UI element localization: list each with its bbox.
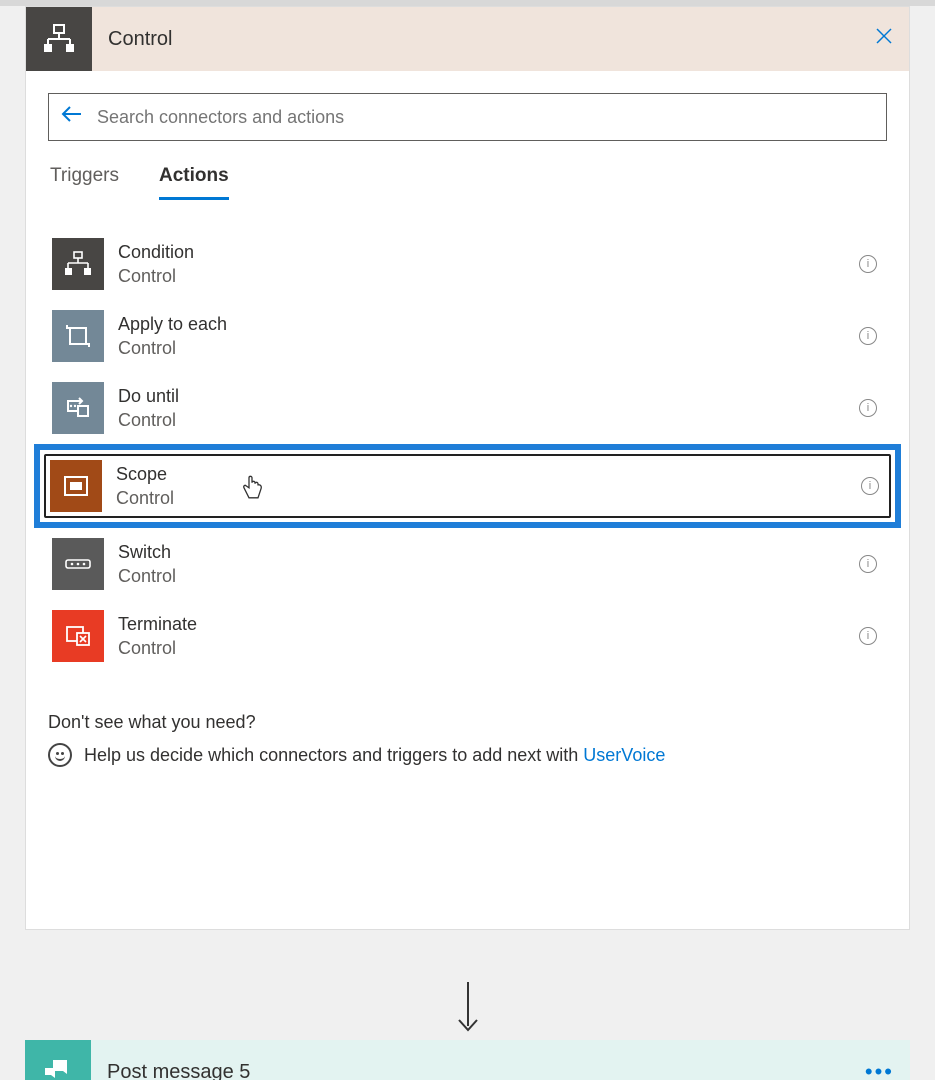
flow-arrow-icon [453, 980, 483, 1041]
do-until-icon [52, 382, 104, 434]
info-icon[interactable]: i [861, 477, 879, 495]
action-item-apply-to-each[interactable]: Apply to each Control i [48, 300, 887, 372]
info-icon[interactable]: i [859, 327, 877, 345]
uservoice-link[interactable]: UserVoice [583, 745, 665, 766]
panel-body: Triggers Actions Condition Control i [26, 71, 909, 929]
info-icon[interactable]: i [859, 255, 877, 273]
condition-icon [52, 238, 104, 290]
action-item-scope[interactable]: Scope Control i [34, 444, 901, 528]
search-bar[interactable] [48, 93, 887, 141]
apply-each-icon [52, 310, 104, 362]
action-subtitle: Control [118, 264, 859, 288]
scope-icon [50, 460, 102, 512]
action-list: Condition Control i Apply to each Contro… [48, 228, 887, 672]
step-menu-button[interactable]: ••• [865, 1059, 910, 1080]
action-item-terminate[interactable]: Terminate Control i [48, 600, 887, 672]
action-item-switch[interactable]: Switch Control i [48, 528, 887, 600]
action-item-condition[interactable]: Condition Control i [48, 228, 887, 300]
action-subtitle: Control [118, 564, 859, 588]
action-picker-panel: Control Triggers Actions Condition Contr… [25, 6, 910, 930]
action-subtitle: Control [118, 408, 859, 432]
control-connector-icon [26, 7, 92, 71]
info-icon[interactable]: i [859, 399, 877, 417]
back-arrow-icon[interactable] [61, 105, 83, 129]
info-icon[interactable]: i [859, 627, 877, 645]
action-subtitle: Control [118, 636, 859, 660]
panel-header: Control [26, 7, 909, 71]
help-question: Don't see what you need? [48, 712, 887, 733]
action-title: Apply to each [118, 312, 859, 336]
smiley-icon [48, 743, 72, 767]
action-title: Do until [118, 384, 859, 408]
panel-title: Control [92, 28, 859, 51]
action-title: Terminate [118, 612, 859, 636]
action-subtitle: Control [118, 336, 859, 360]
action-title: Switch [118, 540, 859, 564]
next-step-card[interactable]: Post message 5 ••• [25, 1040, 910, 1080]
close-button[interactable] [859, 27, 909, 51]
action-item-do-until[interactable]: Do until Control i [48, 372, 887, 444]
action-title: Scope [116, 462, 861, 486]
help-text: Help us decide which connectors and trig… [84, 745, 578, 766]
terminate-icon [52, 610, 104, 662]
tab-actions[interactable]: Actions [159, 165, 229, 200]
switch-icon [52, 538, 104, 590]
help-footer: Don't see what you need? Help us decide … [48, 712, 887, 767]
post-message-icon [25, 1040, 91, 1080]
next-step-title: Post message 5 [91, 1061, 865, 1080]
tabs: Triggers Actions [48, 165, 887, 200]
help-line: Help us decide which connectors and trig… [48, 743, 887, 767]
action-subtitle: Control [116, 486, 861, 510]
tab-triggers[interactable]: Triggers [50, 165, 119, 200]
search-input[interactable] [97, 107, 874, 128]
info-icon[interactable]: i [859, 555, 877, 573]
action-title: Condition [118, 240, 859, 264]
